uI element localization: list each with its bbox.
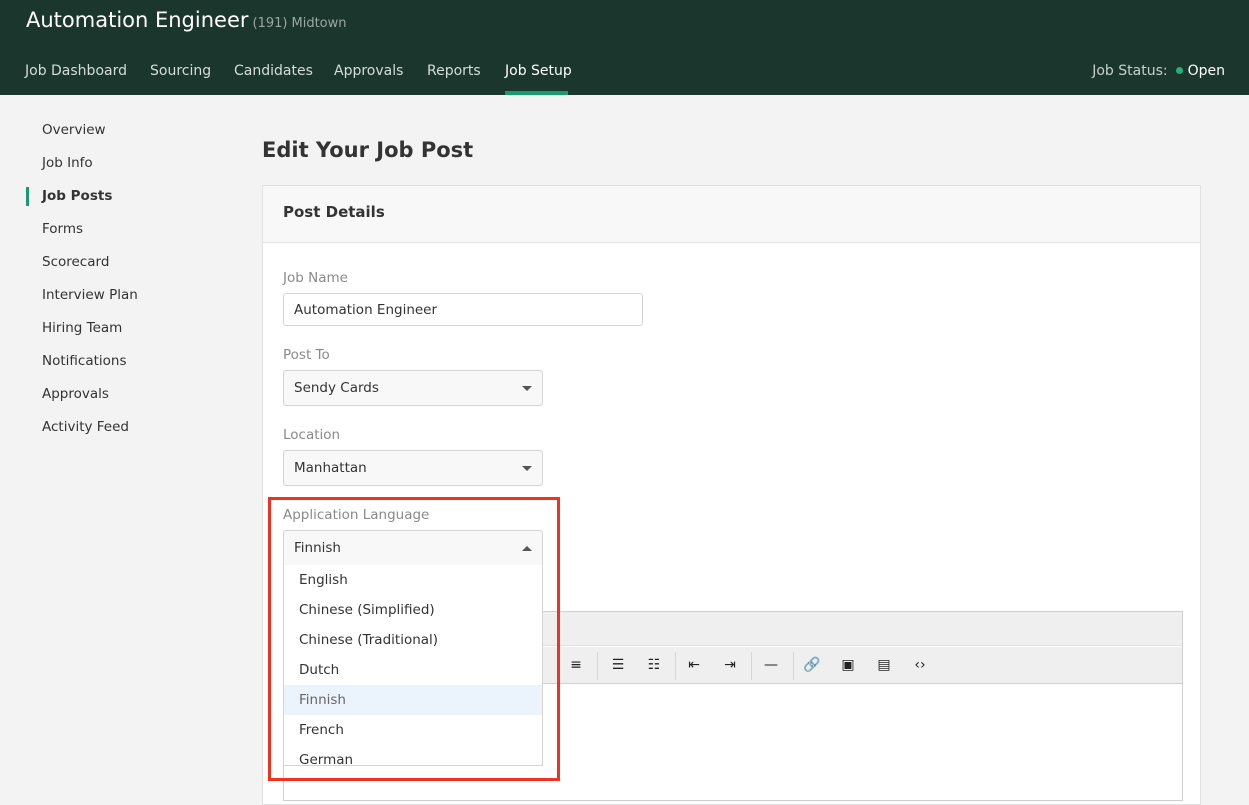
indent-icon[interactable]: ⇥ bbox=[719, 655, 741, 675]
outdent-icon[interactable]: ⇤ bbox=[683, 655, 705, 675]
image-icon[interactable]: ▣ bbox=[837, 655, 859, 675]
code-icon[interactable]: ‹› bbox=[909, 655, 931, 675]
active-tab-indicator bbox=[505, 91, 568, 95]
sidebar-item-hiring-team[interactable]: Hiring Team bbox=[42, 320, 122, 336]
toolbar-divider bbox=[751, 652, 752, 680]
horizontal-rule-icon[interactable]: — bbox=[760, 655, 782, 675]
nav-candidates[interactable]: Candidates bbox=[234, 63, 313, 79]
sidebar-item-forms[interactable]: Forms bbox=[42, 221, 83, 237]
sidebar-item-activity-feed[interactable]: Activity Feed bbox=[42, 419, 129, 435]
job-status-value: Open bbox=[1187, 63, 1225, 79]
sidebar-item-job-info[interactable]: Job Info bbox=[42, 155, 93, 171]
post-to-select[interactable]: Sendy Cards bbox=[283, 370, 543, 406]
location-select[interactable]: Manhattan bbox=[283, 450, 543, 486]
job-title-text: Automation Engineer bbox=[26, 8, 249, 32]
chevron-down-icon bbox=[522, 385, 532, 391]
job-office: Midtown bbox=[291, 16, 347, 31]
nav-reports[interactable]: Reports bbox=[427, 63, 481, 79]
toolbar-divider bbox=[597, 652, 598, 680]
sidebar-item-approvals[interactable]: Approvals bbox=[42, 386, 109, 402]
toolbar-divider bbox=[793, 652, 794, 680]
post-to-value: Sendy Cards bbox=[294, 380, 379, 396]
job-name-input[interactable]: Automation Engineer bbox=[283, 293, 643, 326]
job-title: Automation Engineer (191) Midtown bbox=[26, 8, 347, 32]
align-right-icon[interactable]: ≡ bbox=[565, 655, 587, 675]
sidebar-item-scorecard[interactable]: Scorecard bbox=[42, 254, 109, 270]
card-header bbox=[262, 185, 1201, 243]
highlight-box bbox=[268, 497, 560, 781]
job-status: Job Status: Open bbox=[1092, 63, 1225, 79]
post-to-label: Post To bbox=[283, 347, 330, 363]
nav-job-dashboard[interactable]: Job Dashboard bbox=[25, 63, 127, 79]
status-dot-icon bbox=[1175, 66, 1183, 74]
job-status-label: Job Status: bbox=[1092, 63, 1168, 79]
nav-job-setup[interactable]: Job Setup bbox=[505, 63, 572, 79]
video-icon[interactable]: ▤ bbox=[873, 655, 895, 675]
bullet-list-icon[interactable]: ☰ bbox=[607, 655, 629, 675]
sidebar-item-job-posts[interactable]: Job Posts bbox=[42, 188, 112, 204]
chevron-down-icon bbox=[522, 465, 532, 471]
numbered-list-icon[interactable]: ☷ bbox=[643, 655, 665, 675]
job-name-label: Job Name bbox=[283, 270, 348, 286]
sidebar-item-overview[interactable]: Overview bbox=[42, 122, 106, 138]
location-label: Location bbox=[283, 427, 341, 443]
location-value: Manhattan bbox=[294, 460, 367, 476]
link-icon[interactable]: 🔗 bbox=[801, 655, 823, 675]
sidebar-active-indicator bbox=[26, 187, 29, 206]
sidebar-item-notifications[interactable]: Notifications bbox=[42, 353, 127, 369]
sidebar-item-interview-plan[interactable]: Interview Plan bbox=[42, 287, 138, 303]
nav-approvals[interactable]: Approvals bbox=[334, 63, 403, 79]
toolbar-divider bbox=[675, 652, 676, 680]
page-title: Edit Your Job Post bbox=[262, 138, 474, 162]
card-title: Post Details bbox=[283, 203, 385, 221]
nav-sourcing[interactable]: Sourcing bbox=[150, 63, 211, 79]
job-name-value: Automation Engineer bbox=[294, 301, 438, 318]
job-id: (191) bbox=[252, 16, 288, 31]
